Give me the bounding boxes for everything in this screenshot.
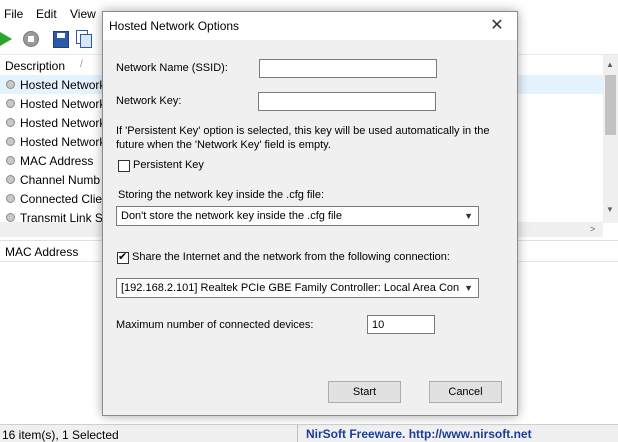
network-key-label: Network Key: <box>116 95 182 107</box>
bullet-icon <box>6 137 15 146</box>
list-item-label: Channel Numb <box>20 173 101 187</box>
dialog-body: Network Name (SSID): Network Key: If 'Pe… <box>103 40 517 415</box>
stop-icon[interactable] <box>23 31 39 47</box>
close-icon[interactable]: ✕ <box>485 16 509 36</box>
list-item-label: Connected Clie <box>20 192 103 206</box>
cancel-button[interactable]: Cancel <box>429 381 502 403</box>
ssid-input[interactable] <box>259 59 437 78</box>
menu-edit[interactable]: Edit <box>36 7 57 21</box>
storing-key-select[interactable]: Don't store the network key inside the .… <box>116 206 479 226</box>
scroll-right-icon[interactable]: > <box>590 224 595 234</box>
bullet-icon <box>6 156 15 165</box>
list-item-label: MAC Address <box>20 154 94 168</box>
menu-file[interactable]: File <box>4 7 23 21</box>
persistent-key-label[interactable]: Persistent Key <box>133 159 204 171</box>
scroll-down-icon[interactable]: ▼ <box>606 205 614 214</box>
play-icon[interactable] <box>0 32 12 46</box>
max-devices-input[interactable] <box>367 315 435 334</box>
save-icon[interactable] <box>53 31 69 48</box>
bullet-icon <box>6 194 15 203</box>
menu-view[interactable]: View <box>70 7 96 21</box>
dialog-title: Hosted Network Options <box>109 19 240 33</box>
persistent-key-checkbox[interactable] <box>118 160 130 172</box>
copy-icon[interactable] <box>76 30 92 48</box>
start-button[interactable]: Start <box>328 381 401 403</box>
storing-key-value: Don't store the network key inside the .… <box>121 210 342 222</box>
bullet-icon <box>6 80 15 89</box>
bullet-icon <box>6 99 15 108</box>
list-item-label: Hosted Network <box>20 97 106 111</box>
chevron-down-icon: ▼ <box>464 283 473 293</box>
persistent-key-note: If 'Persistent Key' option is selected, … <box>116 125 490 151</box>
connection-value: [192.168.2.101] Realtek PCIe GBE Family … <box>121 282 459 294</box>
list-item-label: Hosted Network <box>20 116 106 130</box>
max-devices-label: Maximum number of connected devices: <box>116 319 314 331</box>
scroll-up-icon[interactable]: ▲ <box>606 60 614 69</box>
sort-icon: / <box>80 59 83 70</box>
network-key-input[interactable] <box>258 92 436 111</box>
storing-key-label: Storing the network key inside the .cfg … <box>118 189 325 201</box>
status-bar: 16 item(s), 1 Selected NirSoft Freeware.… <box>0 424 618 442</box>
bullet-icon <box>6 213 15 222</box>
vertical-scrollbar[interactable]: ▲ ▼ <box>603 55 618 223</box>
share-internet-label[interactable]: Share the Internet and the network from … <box>132 251 450 263</box>
chevron-down-icon: ▼ <box>464 211 473 221</box>
ssid-label: Network Name (SSID): <box>116 62 228 74</box>
scroll-thumb[interactable] <box>605 75 616 135</box>
bullet-icon <box>6 175 15 184</box>
dialog-titlebar: Hosted Network Options ✕ <box>103 12 517 40</box>
bullet-icon <box>6 118 15 127</box>
connection-select[interactable]: [192.168.2.101] Realtek PCIe GBE Family … <box>116 278 479 298</box>
share-internet-checkbox[interactable] <box>117 250 129 264</box>
nirsoft-link[interactable]: NirSoft Freeware. http://www.nirsoft.net <box>306 427 532 441</box>
list-item-label: Hosted Network <box>20 78 106 92</box>
hosted-network-options-dialog: Hosted Network Options ✕ Network Name (S… <box>102 11 518 416</box>
list-item-label: Hosted Network <box>20 135 106 149</box>
column-description[interactable]: Description <box>5 59 65 73</box>
status-items-count: 16 item(s), 1 Selected <box>2 428 119 442</box>
column-mac-address[interactable]: MAC Address <box>5 245 78 259</box>
status-separator <box>297 425 298 442</box>
